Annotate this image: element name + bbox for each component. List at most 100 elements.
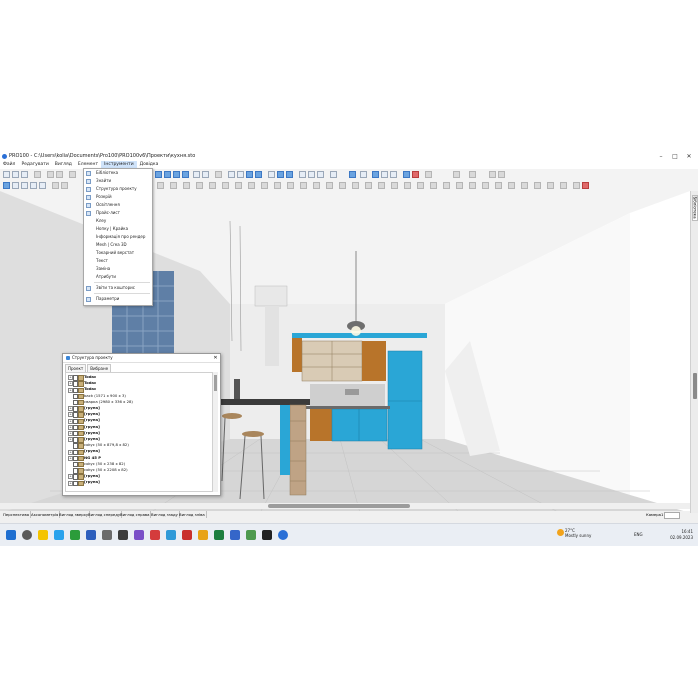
- panel-title-bar[interactable]: Структура проекту ✕: [63, 354, 220, 363]
- arrow-down-icon[interactable]: [498, 171, 505, 178]
- rotate-icon[interactable]: [317, 171, 324, 178]
- nudge-back-icon[interactable]: [534, 182, 541, 189]
- view-side-icon[interactable]: [173, 171, 180, 178]
- step-left-icon[interactable]: [547, 182, 554, 189]
- arrow-down-small-icon[interactable]: [482, 182, 489, 189]
- magnet-icon[interactable]: [403, 171, 410, 178]
- windows-start-icon[interactable]: [6, 530, 16, 540]
- dimension-icon[interactable]: [430, 182, 437, 189]
- panel-scrollbar[interactable]: [213, 372, 218, 492]
- zoom-out-icon[interactable]: [237, 171, 244, 178]
- chrome-icon[interactable]: [70, 530, 80, 540]
- arrow-left-small-icon[interactable]: [443, 182, 450, 189]
- menu-item-replace[interactable]: Заміна: [84, 265, 152, 273]
- menu-item-edge[interactable]: Нопку | Крайка: [84, 225, 152, 233]
- menu-item-reports[interactable]: Звіти та кошторис: [84, 284, 152, 292]
- rotate-left-icon[interactable]: [196, 182, 203, 189]
- app-icon[interactable]: [134, 530, 144, 540]
- step-right-icon[interactable]: [560, 182, 567, 189]
- tab-perspective[interactable]: Перспектива: [2, 511, 32, 518]
- mirror-icon[interactable]: [183, 182, 190, 189]
- horizontal-scrollbar[interactable]: [0, 503, 690, 509]
- split-icon[interactable]: [378, 182, 385, 189]
- align-icon[interactable]: [381, 171, 388, 178]
- app-icon[interactable]: [182, 530, 192, 540]
- tab-right-view[interactable]: Вигляд справа: [119, 511, 152, 518]
- pan-icon[interactable]: [308, 171, 315, 178]
- chrome-icon[interactable]: [198, 530, 208, 540]
- align-center-icon[interactable]: [274, 182, 281, 189]
- file-explorer-icon[interactable]: [38, 530, 48, 540]
- align-top-icon[interactable]: [248, 182, 255, 189]
- shading-icon[interactable]: [255, 171, 262, 178]
- ungroup-icon[interactable]: [170, 182, 177, 189]
- app-icon[interactable]: [150, 530, 160, 540]
- menu-item-pricelist[interactable]: Прайс-лист: [84, 209, 152, 217]
- nudge-down-icon[interactable]: [508, 182, 515, 189]
- menu-file[interactable]: Файл: [0, 161, 18, 169]
- edge-browser-icon[interactable]: [54, 530, 64, 540]
- render-icon[interactable]: [246, 171, 253, 178]
- menu-edit[interactable]: Редагувати: [18, 161, 51, 169]
- join-icon[interactable]: [365, 182, 372, 189]
- clock[interactable]: 16:41 02.09.2023: [667, 529, 693, 541]
- maximize-button[interactable]: □: [668, 152, 682, 161]
- minimize-button[interactable]: –: [654, 152, 668, 161]
- size-icon[interactable]: [313, 182, 320, 189]
- arrow-up-small-icon[interactable]: [469, 182, 476, 189]
- app-icon[interactable]: [230, 530, 240, 540]
- eyedropper-icon[interactable]: [39, 182, 46, 189]
- close-button[interactable]: ✕: [682, 152, 696, 161]
- panel-scroll-thumb[interactable]: [214, 375, 217, 391]
- sum-icon[interactable]: [215, 171, 222, 178]
- view-left-icon[interactable]: [193, 171, 200, 178]
- copy-icon[interactable]: [21, 182, 28, 189]
- menu-item-attributes[interactable]: Атрибути: [84, 273, 152, 281]
- app-icon[interactable]: [102, 530, 112, 540]
- stop-icon[interactable]: [412, 171, 419, 178]
- arrow-left-icon[interactable]: [469, 171, 476, 178]
- select-icon[interactable]: [3, 182, 10, 189]
- view-front-icon[interactable]: [155, 171, 162, 178]
- new-icon[interactable]: [3, 171, 10, 178]
- menu-item-library[interactable]: Бібліотека: [84, 169, 152, 177]
- zoom-in-icon[interactable]: [453, 171, 460, 178]
- pro100-taskbar-icon[interactable]: [278, 530, 288, 540]
- align-left-icon[interactable]: [222, 182, 229, 189]
- export-icon[interactable]: [56, 171, 63, 178]
- tab-axonometry[interactable]: Аксонометрія: [30, 511, 61, 518]
- nudge-front-icon[interactable]: [521, 182, 528, 189]
- weather-widget[interactable]: 27°C Mostly sunny: [557, 528, 591, 538]
- library-side-tab[interactable]: Бібліотека: [692, 195, 698, 221]
- menu-item-lathe[interactable]: Токарний верстат: [84, 249, 152, 257]
- app-icon[interactable]: [118, 530, 128, 540]
- tab-top-view[interactable]: Вигляд зверху: [58, 511, 91, 518]
- edge-icon[interactable]: [339, 182, 346, 189]
- tab-back-view[interactable]: Вигляд ззаду: [150, 511, 180, 518]
- menu-item-cutting[interactable]: Розкрій: [84, 193, 152, 201]
- distance-icon[interactable]: [417, 182, 424, 189]
- shadow-icon[interactable]: [286, 171, 293, 178]
- app-icon[interactable]: [246, 530, 256, 540]
- view-back-icon[interactable]: [182, 171, 189, 178]
- camera-icon[interactable]: [299, 171, 306, 178]
- camera-select[interactable]: [664, 512, 680, 519]
- delete-icon[interactable]: [582, 182, 589, 189]
- horizontal-scroll-thumb[interactable]: [268, 504, 410, 508]
- menu-item-text[interactable]: Текст: [84, 257, 152, 265]
- tab-project[interactable]: Проект: [65, 364, 87, 372]
- step-up-icon[interactable]: [573, 182, 580, 189]
- open-icon[interactable]: [12, 171, 19, 178]
- undo-icon[interactable]: [69, 171, 76, 178]
- zoom-icon[interactable]: [228, 171, 235, 178]
- view-top-icon[interactable]: [164, 171, 171, 178]
- eye-icon[interactable]: [360, 171, 367, 178]
- fit-icon[interactable]: [300, 182, 307, 189]
- align-right-icon[interactable]: [235, 182, 242, 189]
- stack-icon[interactable]: [287, 182, 294, 189]
- align-bottom-icon[interactable]: [261, 182, 268, 189]
- move-icon[interactable]: [12, 182, 19, 189]
- grid-icon[interactable]: [349, 171, 356, 178]
- app-icon[interactable]: [262, 530, 272, 540]
- distribute-icon[interactable]: [390, 171, 397, 178]
